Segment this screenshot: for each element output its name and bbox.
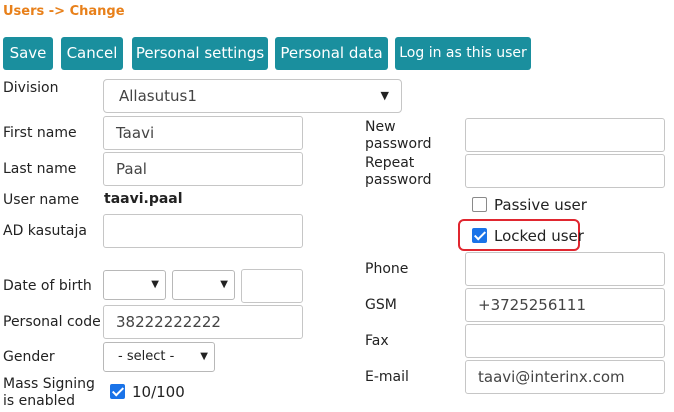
first-name-input[interactable]: Taavi [103, 116, 303, 150]
cancel-button[interactable]: Cancel [61, 37, 123, 70]
new-password-label-line1: New [365, 119, 396, 135]
phone-input[interactable] [465, 252, 665, 286]
personal-settings-button[interactable]: Personal settings [132, 37, 268, 70]
locked-user-checkbox[interactable] [472, 228, 487, 243]
new-password-input[interactable] [465, 118, 665, 152]
email-input[interactable]: taavi@interinx.com [465, 360, 665, 394]
gsm-input[interactable]: +3725256111 [465, 288, 665, 322]
log-in-as-user-button[interactable]: Log in as this user [395, 37, 531, 70]
personal-code-input[interactable]: 38222222222 [103, 305, 303, 339]
personal-code-label: Personal code [3, 314, 101, 330]
birth-year-input[interactable] [241, 269, 303, 303]
chevron-down-icon: ▼ [200, 351, 208, 362]
division-value: Allasutus1 [119, 87, 197, 105]
birth-day-select[interactable]: ▼ [103, 270, 166, 300]
user-name-label: User name [3, 192, 80, 208]
gender-value: - select - [118, 349, 175, 364]
division-label: Division [3, 80, 59, 96]
save-button[interactable]: Save [3, 37, 53, 70]
last-name-label: Last name [3, 161, 77, 177]
mass-signing-label-line2: is enabled [3, 393, 75, 409]
repeat-password-input[interactable] [465, 154, 665, 188]
chevron-down-icon: ▼ [220, 279, 228, 290]
date-of-birth-label: Date of birth [3, 278, 92, 294]
birth-month-select[interactable]: ▼ [172, 270, 235, 300]
gender-label: Gender [3, 349, 55, 365]
breadcrumb[interactable]: Users -> Change [3, 4, 125, 19]
email-label: E-mail [365, 369, 409, 385]
first-name-label: First name [3, 125, 77, 141]
repeat-password-label-line2: password [365, 172, 432, 188]
chevron-down-icon: ▼ [151, 279, 159, 290]
mass-signing-label-line1: Mass Signing [3, 376, 95, 392]
mass-signing-checkbox[interactable] [110, 384, 125, 399]
passive-user-checkbox[interactable] [472, 197, 487, 212]
phone-label: Phone [365, 261, 409, 277]
user-name-value: taavi.paal [104, 191, 183, 207]
gsm-label: GSM [365, 297, 397, 313]
fax-label: Fax [365, 333, 389, 349]
ad-user-input[interactable] [103, 214, 303, 248]
new-password-label-line2: password [365, 136, 432, 152]
fax-input[interactable] [465, 324, 665, 358]
repeat-password-label-line1: Repeat [365, 155, 415, 171]
passive-user-label: Passive user [494, 196, 587, 214]
locked-user-label: Locked user [494, 227, 584, 245]
last-name-input[interactable]: Paal [103, 152, 303, 186]
ad-user-label: AD kasutaja [3, 223, 87, 239]
dropdown-arrow-icon: ▼ [380, 89, 389, 102]
gender-select[interactable]: - select - ▼ [103, 342, 215, 372]
division-select[interactable]: Allasutus1 ▼ [103, 79, 402, 113]
mass-signing-value: 10/100 [132, 383, 185, 401]
personal-data-button[interactable]: Personal data [275, 37, 388, 70]
